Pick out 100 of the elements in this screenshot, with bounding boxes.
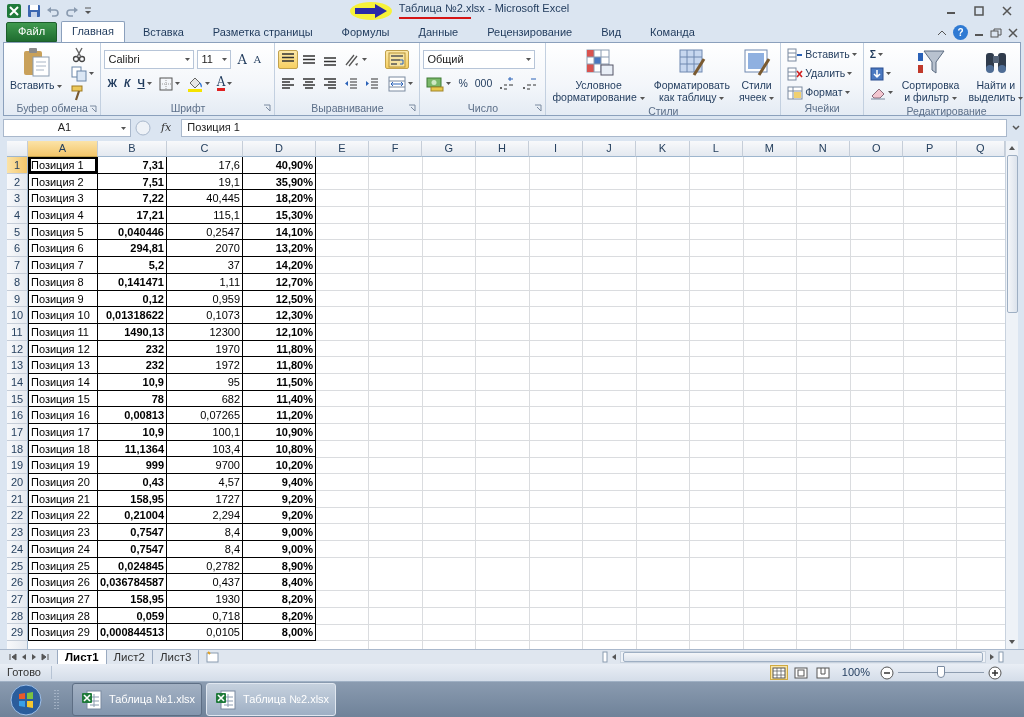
ribbon-tab[interactable]: Команда: [639, 23, 706, 42]
conditional-format-button[interactable]: Условное форматирование: [549, 45, 648, 105]
column-header[interactable]: J: [582, 141, 637, 157]
row-header[interactable]: 13: [7, 357, 28, 374]
row-header[interactable]: 3: [7, 190, 28, 208]
delete-button[interactable]: Удалить: [784, 64, 856, 83]
last-sheet-icon[interactable]: [41, 653, 49, 661]
next-sheet-icon[interactable]: [31, 653, 37, 661]
ribbon-tab[interactable]: Формулы: [330, 23, 401, 42]
column-header[interactable]: C: [167, 141, 243, 157]
zoom-in-icon[interactable]: [988, 665, 1002, 680]
maximize-icon[interactable]: [974, 5, 984, 16]
row-header[interactable]: 6: [7, 240, 28, 258]
ribbon-tab[interactable]: Вставка: [131, 23, 195, 42]
previous-sheet-icon[interactable]: [21, 653, 27, 661]
paste-button[interactable]: Вставить: [7, 45, 66, 93]
page-break-button[interactable]: [813, 665, 832, 680]
column-header[interactable]: G: [422, 141, 476, 157]
ribbon-tab[interactable]: Вид: [590, 23, 633, 42]
font-color-button[interactable]: A: [213, 74, 236, 93]
row-header[interactable]: 20: [7, 474, 28, 491]
help-button[interactable]: ?: [953, 25, 968, 40]
column-header[interactable]: Q: [956, 141, 1005, 157]
split-handle-icon[interactable]: [602, 651, 608, 663]
bold-button[interactable]: Ж: [104, 74, 120, 93]
scroll-right-icon[interactable]: [989, 653, 995, 661]
row-header[interactable]: 17: [7, 424, 28, 441]
restore-icon[interactable]: [990, 27, 1002, 38]
ribbon-tab[interactable]: Рецензирование: [476, 23, 584, 42]
redo-icon[interactable]: [65, 4, 79, 17]
shrink-font-button[interactable]: A: [250, 50, 265, 69]
column-header[interactable]: M: [743, 141, 797, 157]
close-icon[interactable]: [1002, 5, 1012, 16]
undo-icon[interactable]: [46, 4, 60, 17]
row-header[interactable]: 1: [7, 157, 28, 174]
font-size-field[interactable]: 11: [197, 50, 232, 69]
dialog-launcher-icon[interactable]: [408, 104, 417, 112]
dialog-launcher-icon[interactable]: [263, 104, 272, 112]
column-header[interactable]: P: [903, 141, 957, 157]
scrollbar-thumb[interactable]: [1006, 155, 1018, 313]
formula-field[interactable]: Позиция 1: [181, 119, 1007, 137]
number-format-field[interactable]: Общий: [423, 50, 536, 69]
row-header[interactable]: 26: [7, 574, 28, 591]
name-box[interactable]: A1: [3, 119, 131, 137]
column-header[interactable]: B: [98, 141, 167, 157]
zoom-out-icon[interactable]: [880, 665, 894, 680]
slider-thumb[interactable]: [937, 666, 945, 678]
column-header[interactable]: K: [636, 141, 690, 157]
dialog-launcher-icon[interactable]: [89, 104, 98, 113]
page-layout-button[interactable]: [791, 665, 810, 680]
thousands-button[interactable]: 000: [471, 74, 496, 93]
find-select-button[interactable]: Найти и выделить: [965, 45, 1024, 105]
column-header[interactable]: E: [316, 141, 369, 157]
wrap-text-button[interactable]: [385, 50, 410, 69]
save-icon[interactable]: [27, 3, 41, 18]
collapse-ribbon-icon[interactable]: [937, 28, 947, 37]
grow-font-button[interactable]: A: [234, 50, 250, 69]
insert-button[interactable]: Вставить: [784, 45, 860, 64]
expand-icon[interactable]: [1011, 124, 1021, 132]
sheet-tab[interactable]: Лист1: [57, 649, 107, 665]
column-header[interactable]: L: [689, 141, 744, 157]
cell-styles-button[interactable]: Стили ячеек: [735, 45, 778, 105]
row-header[interactable]: 7: [7, 257, 28, 274]
dialog-launcher-icon[interactable]: [534, 104, 543, 112]
scroll-left-icon[interactable]: [611, 653, 617, 661]
italic-button[interactable]: К: [120, 74, 134, 93]
normal-view-button[interactable]: [769, 665, 788, 680]
column-header[interactable]: I: [529, 141, 583, 157]
row-header[interactable]: 22: [7, 507, 28, 525]
file-tab[interactable]: Файл: [6, 22, 58, 42]
close-icon[interactable]: [1008, 27, 1018, 38]
scroll-down-icon[interactable]: [1008, 639, 1016, 645]
customize-icon[interactable]: [84, 5, 92, 16]
row-header[interactable]: 23: [7, 524, 28, 541]
zoom-slider[interactable]: [898, 665, 984, 680]
column-header[interactable]: H: [475, 141, 530, 157]
column-header[interactable]: O: [849, 141, 904, 157]
row-header[interactable]: 29: [7, 624, 28, 641]
vertical-scrollbar[interactable]: [1005, 141, 1018, 649]
ribbon-tab[interactable]: Данные: [407, 23, 470, 42]
column-header[interactable]: N: [796, 141, 850, 157]
format-button[interactable]: Формат: [784, 83, 853, 102]
first-sheet-icon[interactable]: [9, 653, 17, 661]
start-button[interactable]: [10, 683, 42, 716]
sort-filter-button[interactable]: Сортировка и фильтр: [898, 45, 963, 105]
row-header[interactable]: 16: [7, 407, 28, 424]
align-top-button[interactable]: [278, 50, 299, 69]
split-handle-icon[interactable]: [998, 651, 1004, 663]
column-header[interactable]: A: [28, 141, 98, 157]
zoom-level[interactable]: 100%: [841, 665, 870, 680]
row-header[interactable]: 19: [7, 457, 28, 475]
row-header[interactable]: 10: [7, 307, 28, 324]
ribbon-tab[interactable]: Разметка страницы: [201, 23, 324, 42]
autosum-button[interactable]: Σ: [866, 45, 887, 64]
row-header[interactable]: 4: [7, 207, 28, 224]
underline-button[interactable]: Ч: [134, 74, 155, 93]
excel-icon[interactable]: [6, 2, 22, 19]
percent-button[interactable]: %: [455, 74, 471, 93]
column-header[interactable]: D: [243, 141, 316, 157]
scroll-up-icon[interactable]: [1008, 145, 1016, 151]
